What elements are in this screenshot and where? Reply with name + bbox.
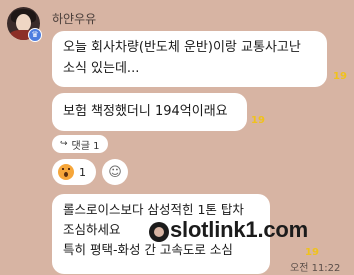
smiley-plus-icon: ☺ xyxy=(108,164,122,180)
message-line: 오늘 회사차량(반도체 운반)이랑 교통사고난 xyxy=(63,40,301,55)
unread-count: 19 xyxy=(251,115,265,126)
reply-label: 댓글 1 xyxy=(71,140,100,152)
reply-thread-button[interactable]: ↪ 댓글 1 xyxy=(52,135,108,153)
reaction-chip[interactable]: 1 xyxy=(52,159,96,185)
unread-count: 19 xyxy=(333,71,347,82)
sender-name: 하얀우유 xyxy=(52,12,97,26)
reply-icon: ↪ xyxy=(60,139,68,149)
crown-badge-icon: ♛ xyxy=(28,28,42,42)
message-line: 특히 평택-화성 간 고속도로 소심 xyxy=(63,242,233,257)
message-timestamp: 오전 11:22 xyxy=(290,263,341,274)
unread-count: 19 xyxy=(305,247,319,258)
message-bubble[interactable]: 오늘 회사차량(반도체 운반)이랑 교통사고난 소식 있는데... xyxy=(52,31,327,87)
add-reaction-button[interactable]: ☺ xyxy=(102,159,128,185)
message-line: 보험 책정했더니 194억이래요 xyxy=(63,104,228,119)
message-bubble[interactable]: 보험 책정했더니 194억이래요 xyxy=(52,93,247,131)
watermark-text: slotlink1.com xyxy=(170,217,308,242)
surprised-face-icon xyxy=(58,164,74,180)
watermark-logo-icon xyxy=(149,222,169,242)
message-line: 소식 있는데... xyxy=(63,61,140,76)
reaction-count: 1 xyxy=(79,165,86,179)
